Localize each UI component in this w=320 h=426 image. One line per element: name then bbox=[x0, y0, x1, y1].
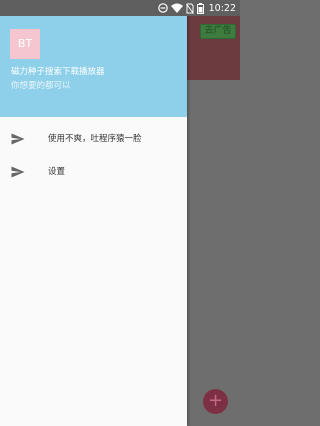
avatar: BT bbox=[10, 29, 40, 59]
battery-icon bbox=[196, 2, 204, 14]
no-sim-icon bbox=[185, 3, 194, 14]
app-subtitle: 你想要的都可以 bbox=[11, 81, 71, 91]
status-bar: 10:22 bbox=[0, 0, 240, 16]
menu-item-label: 使用不爽，吐程序猿一脸 bbox=[48, 134, 142, 144]
remove-ads-button[interactable]: 去广告 bbox=[200, 24, 236, 39]
send-icon bbox=[11, 131, 25, 145]
app-title: 磁力种子搜索下载播放器 bbox=[11, 67, 105, 77]
menu-item-label: 设置 bbox=[48, 167, 66, 177]
minus-circle-icon bbox=[157, 3, 168, 13]
wifi-icon bbox=[170, 3, 183, 13]
clock: 10:22 bbox=[208, 2, 236, 14]
menu-item-settings[interactable]: 设置 bbox=[0, 156, 187, 186]
send-icon bbox=[11, 164, 25, 178]
add-fab-button[interactable]: + bbox=[203, 389, 228, 414]
menu-item-feedback[interactable]: 使用不爽，吐程序猿一脸 bbox=[0, 123, 187, 153]
navigation-drawer: BT 磁力种子搜索下载播放器 你想要的都可以 使用不爽，吐程序猿一脸 设置 bbox=[0, 0, 187, 426]
